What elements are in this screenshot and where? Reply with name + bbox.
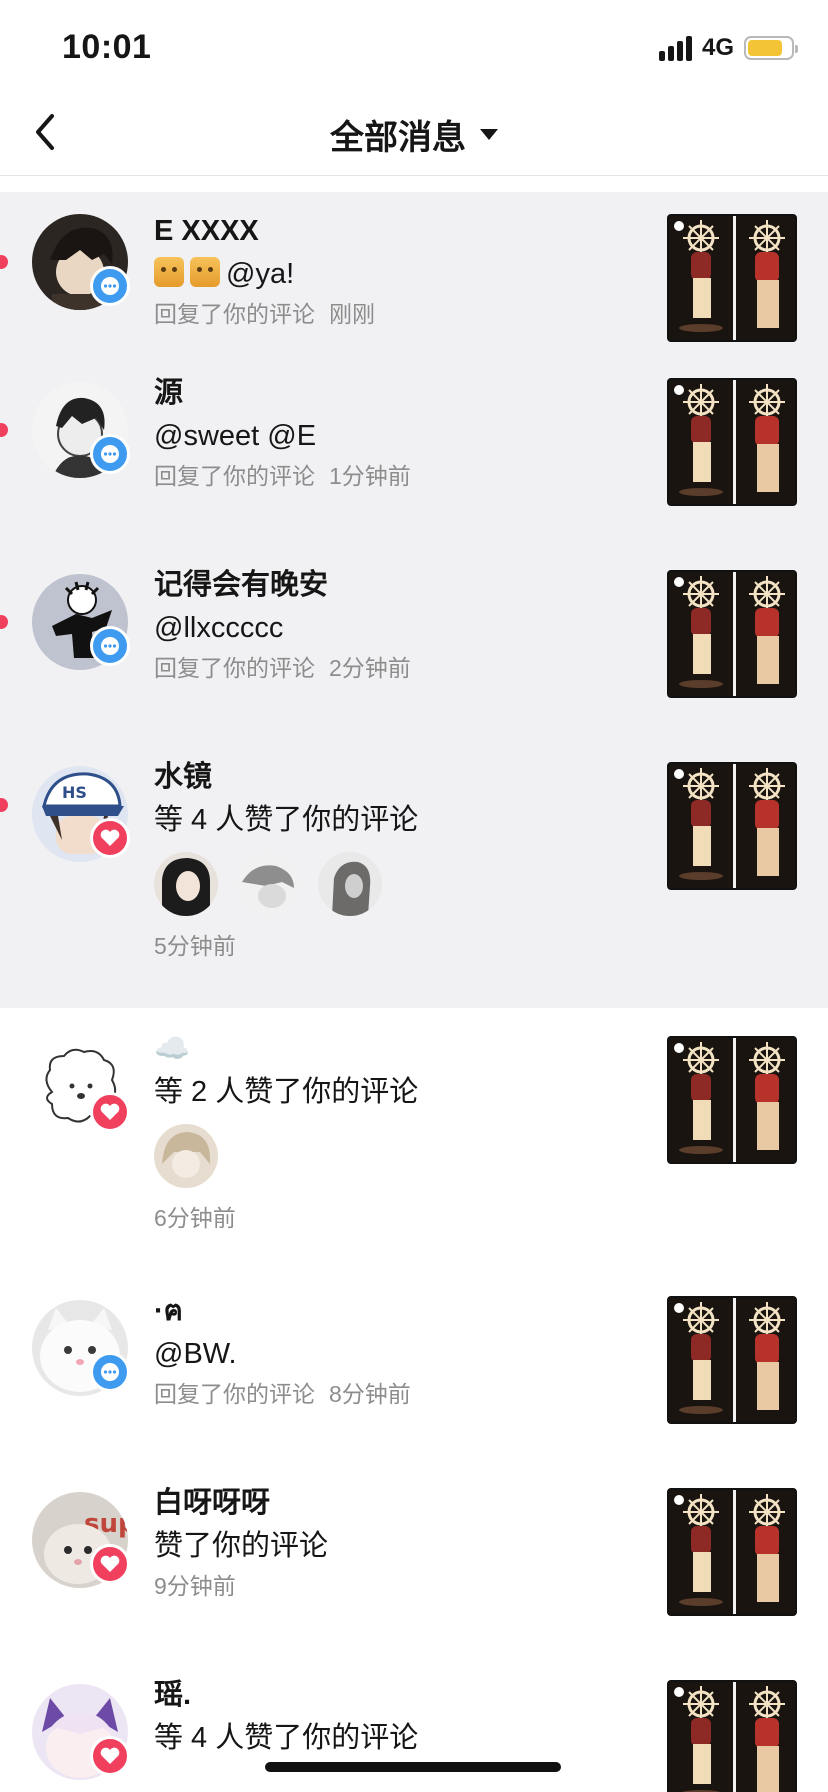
- meta-line: 回复了你的评论 8分钟前: [154, 1381, 411, 1407]
- nav-bar: 全部消息: [0, 100, 828, 176]
- unread-dot: [0, 615, 8, 629]
- heart-icon: [100, 1747, 120, 1764]
- message-text: @llxccccc: [154, 612, 284, 644]
- message-text: @BW.: [154, 1338, 237, 1370]
- unread-section: E XXXX @ya! 回复了你的评论 刚刚 源 @sweet @E 回复了你的评…: [0, 192, 828, 1008]
- notification-list: E XXXX @ya! 回复了你的评论 刚刚 源 @sweet @E 回复了你的评…: [0, 192, 828, 1792]
- notification-item[interactable]: 记得会有晚安 @llxccccc 回复了你的评论 2分钟前: [0, 552, 828, 744]
- liker-avatars: [154, 1124, 644, 1188]
- post-thumbnail[interactable]: [667, 762, 797, 890]
- post-image: [669, 764, 795, 888]
- heart-icon: [100, 1103, 120, 1120]
- liker-avatar[interactable]: [154, 1124, 218, 1188]
- post-image: [669, 572, 795, 696]
- post-thumbnail[interactable]: [667, 1488, 797, 1616]
- liker-avatars: [154, 852, 644, 916]
- comment-badge: [90, 434, 130, 474]
- like-badge: [90, 1736, 130, 1776]
- post-image: [669, 1298, 795, 1422]
- cat-emoji-icon: [190, 257, 220, 287]
- comment-icon: [101, 277, 119, 295]
- notification-item[interactable]: HS 水镜 等 4 人赞了你的评论 5分钟前: [0, 744, 828, 1008]
- like-badge: [90, 1092, 130, 1132]
- network-type: 4G: [701, 34, 734, 61]
- post-thumbnail[interactable]: [667, 1680, 797, 1792]
- notification-item[interactable]: ·ฅ @BW. 回复了你的评论 8分钟前: [0, 1278, 828, 1470]
- comment-icon: [101, 637, 119, 655]
- sender-name[interactable]: 白呀呀呀: [154, 1484, 644, 1522]
- meta-line: 回复了你的评论 1分钟前: [154, 463, 411, 489]
- post-thumbnail[interactable]: [667, 378, 797, 506]
- comment-icon: [101, 1363, 119, 1381]
- notification-item[interactable]: 源 @sweet @E 回复了你的评论 1分钟前: [0, 360, 828, 552]
- sender-name[interactable]: ☁️: [154, 1030, 644, 1068]
- notification-item[interactable]: 瑶. 等 4 人赞了你的评论: [0, 1662, 828, 1792]
- caret-down-icon: [480, 129, 498, 140]
- timestamp: 5分钟前: [154, 933, 236, 959]
- cat-emoji-icon: [154, 257, 184, 287]
- svg-text:HS: HS: [62, 783, 87, 802]
- timestamp: 9分钟前: [154, 1573, 236, 1599]
- sender-name[interactable]: 源: [154, 374, 644, 412]
- sender-name[interactable]: 瑶.: [154, 1676, 644, 1714]
- post-thumbnail[interactable]: [667, 1036, 797, 1164]
- post-thumbnail[interactable]: [667, 214, 797, 342]
- sender-name[interactable]: 水镜: [154, 758, 644, 796]
- sender-name[interactable]: ·ฅ: [154, 1292, 644, 1330]
- message-text: 赞了你的评论: [154, 1530, 329, 1562]
- post-image: [669, 1490, 795, 1614]
- post-image: [669, 1038, 795, 1162]
- post-image: [669, 216, 795, 340]
- home-indicator[interactable]: [265, 1762, 561, 1772]
- comment-badge: [90, 266, 130, 306]
- like-badge: [90, 1544, 130, 1584]
- message-text: @ya!: [154, 254, 644, 294]
- message-text: 等 2 人赞了你的评论: [154, 1076, 419, 1108]
- unread-dot: [0, 798, 8, 812]
- liker-avatar[interactable]: [236, 852, 300, 916]
- notification-item[interactable]: ☁️ 等 2 人赞了你的评论 6分钟前: [0, 1008, 828, 1278]
- timestamp: 6分钟前: [154, 1205, 236, 1231]
- post-thumbnail[interactable]: [667, 1296, 797, 1424]
- battery-icon: [744, 36, 798, 60]
- like-badge: [90, 818, 130, 858]
- post-image: [669, 1682, 795, 1792]
- sender-name[interactable]: 记得会有晚安: [154, 566, 644, 604]
- unread-dot: [0, 255, 8, 269]
- message-text: 等 4 人赞了你的评论: [154, 1722, 419, 1754]
- message-text: 等 4 人赞了你的评论: [154, 804, 419, 836]
- message-text: @sweet @E: [154, 420, 317, 452]
- status-time: 10:01: [62, 28, 152, 66]
- meta-line: 回复了你的评论 刚刚: [154, 301, 375, 327]
- comment-badge: [90, 626, 130, 666]
- page-title: 全部消息: [330, 119, 466, 157]
- liker-avatar[interactable]: [154, 852, 218, 916]
- post-thumbnail[interactable]: [667, 570, 797, 698]
- meta-line: 回复了你的评论 2分钟前: [154, 655, 411, 681]
- unread-dot: [0, 423, 8, 437]
- signal-icon: [658, 35, 692, 61]
- notification-item[interactable]: sup 白呀呀呀 赞了你的评论 9分钟前: [0, 1470, 828, 1662]
- liker-avatar[interactable]: [318, 852, 382, 916]
- heart-icon: [100, 829, 120, 846]
- comment-badge: [90, 1352, 130, 1392]
- sender-name[interactable]: E XXXX: [154, 212, 644, 250]
- post-image: [669, 380, 795, 504]
- comment-icon: [101, 445, 119, 463]
- status-bar: 10:01 4G: [0, 0, 828, 100]
- notification-item[interactable]: E XXXX @ya! 回复了你的评论 刚刚: [0, 192, 828, 360]
- status-indicators: 4G: [658, 34, 798, 62]
- page-title-dropdown[interactable]: 全部消息: [0, 110, 828, 159]
- heart-icon: [100, 1555, 120, 1572]
